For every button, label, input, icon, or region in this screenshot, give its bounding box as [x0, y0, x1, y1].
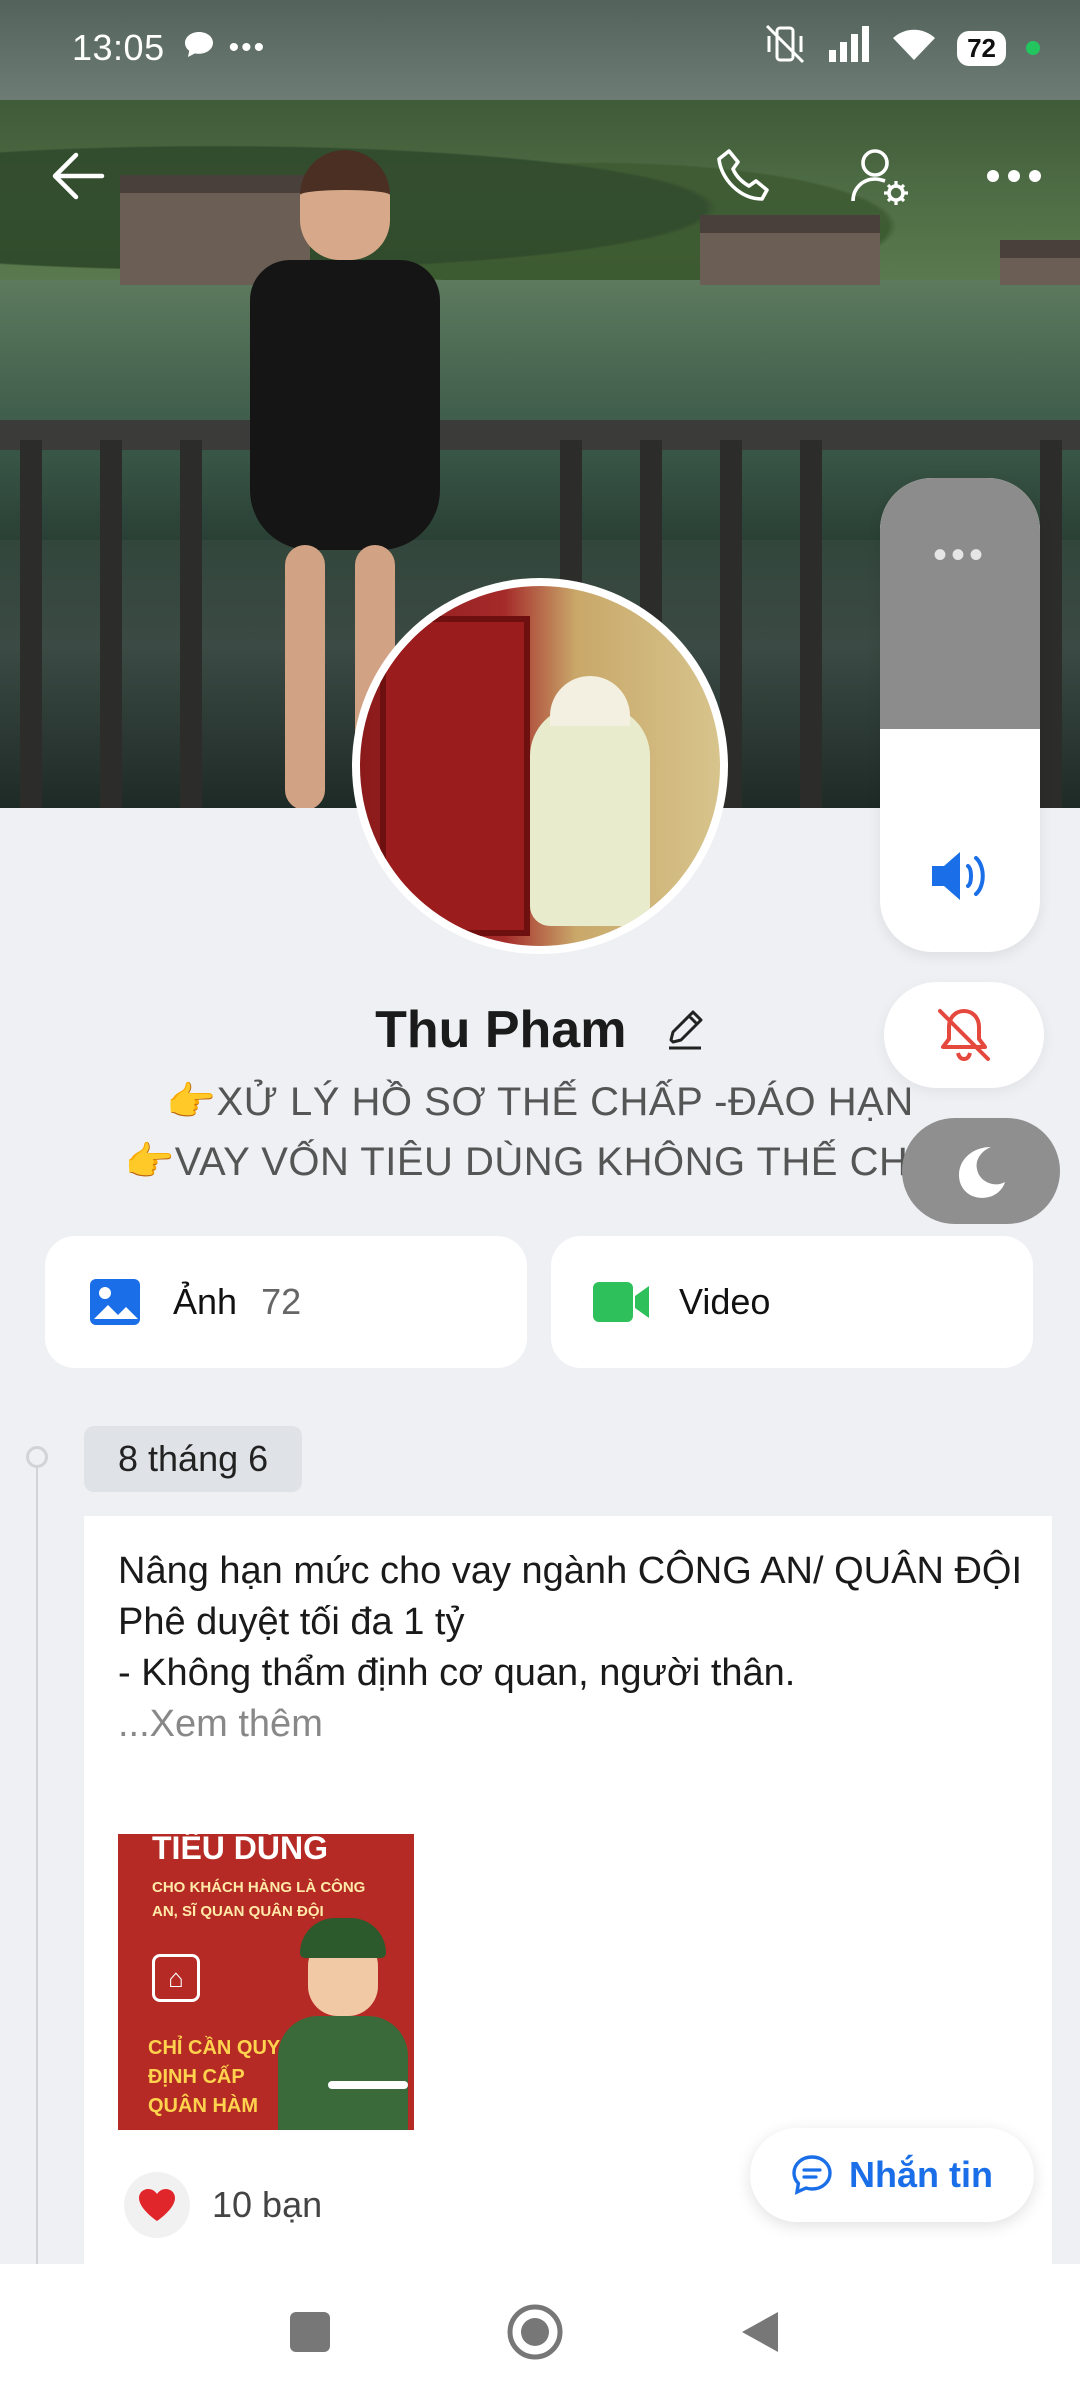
system-nav-bar: [0, 2264, 1080, 2400]
status-time: 13:05: [72, 27, 165, 68]
profile-settings-button[interactable]: [840, 136, 920, 216]
home-button[interactable]: [505, 2302, 565, 2362]
videos-card[interactable]: Video: [551, 1236, 1033, 1368]
timeline-line: [36, 1456, 38, 2276]
square-icon: [290, 2312, 330, 2352]
chat-bubble-icon: [183, 27, 215, 69]
message-button-label: Nhắn tin: [849, 2154, 993, 2195]
battery-indicator: 72: [957, 30, 1006, 66]
do-not-disturb-button[interactable]: [902, 1118, 1060, 1224]
timeline-dot: [26, 1446, 48, 1468]
home-icon: ⌂: [152, 1954, 200, 2002]
see-more-link[interactable]: ...Xem thêm: [118, 1699, 1038, 1750]
pencil-icon: [668, 1010, 703, 1050]
video-camera-icon: [591, 1274, 651, 1330]
edit-name-button[interactable]: [665, 1003, 705, 1063]
moon-icon: [959, 1147, 1005, 1198]
volume-slider[interactable]: •••: [880, 478, 1040, 952]
speaker-icon: [928, 848, 992, 909]
more-dots-icon: •••: [228, 31, 267, 64]
bell-off-icon: [938, 1009, 990, 1062]
cover-railing: [0, 420, 1080, 450]
wifi-icon: [891, 26, 937, 71]
post-line: Nâng hạn mức cho vay ngành CÔNG AN/ QUÂN…: [118, 1550, 1023, 1592]
more-horizontal-icon: [987, 170, 1041, 182]
phone-icon: [717, 149, 769, 201]
back-button[interactable]: [38, 136, 118, 216]
cover-post: [800, 440, 822, 808]
back-nav-button[interactable]: [730, 2302, 790, 2362]
message-button[interactable]: Nhắn tin: [750, 2128, 1034, 2222]
cover-post: [180, 440, 202, 808]
cover-hut: [1000, 240, 1080, 285]
post-image[interactable]: TIÊU DÙNG CHO KHÁCH HÀNG LÀ CÔNG AN, SĨ …: [118, 1834, 414, 2130]
profile-avatar[interactable]: [352, 578, 728, 954]
post-line: - Không thẩm định cơ quan, người thân.: [118, 1652, 796, 1694]
profile-bio-line: 👉XỬ LÝ HỒ SƠ THẾ CHẤP -ĐÁO HẠN: [166, 1080, 914, 1124]
privacy-dot: [1026, 41, 1040, 55]
cover-post: [100, 440, 122, 808]
post-text: Nâng hạn mức cho vay ngành CÔNG AN/ QUÂN…: [118, 1546, 1038, 1750]
post-reactions[interactable]: 10 bạn: [124, 2172, 322, 2238]
status-bar: 13:05 ••• 72: [0, 0, 1080, 96]
profile-name: Thu Pham: [375, 1001, 627, 1059]
cover-post: [20, 440, 42, 808]
call-button[interactable]: [704, 136, 784, 216]
signal-icon: [827, 25, 871, 71]
image-mark: [328, 2081, 408, 2089]
volume-more-icon[interactable]: •••: [880, 533, 1040, 578]
post-line: Phê duyệt tối đa 1 tỷ: [118, 1601, 465, 1643]
photos-label: Ảnh: [173, 1281, 238, 1322]
volume-slider-track: [880, 478, 1040, 729]
triangle-back-icon: [742, 2312, 778, 2352]
profile-topbar: [0, 132, 1080, 222]
image-icon: [85, 1274, 145, 1330]
back-arrow-icon: [52, 152, 105, 200]
reaction-count: 10 bạn: [212, 2184, 323, 2225]
videos-label: Video: [679, 1281, 771, 1322]
more-options-button[interactable]: [974, 136, 1054, 216]
recent-apps-button[interactable]: [280, 2302, 340, 2362]
cover-post: [1040, 440, 1062, 808]
post-image-title: TIÊU DÙNG: [152, 1834, 328, 1866]
vibrate-off-icon: [763, 24, 807, 73]
user-gear-icon: [851, 149, 908, 205]
photos-count: 72: [261, 1281, 302, 1322]
mute-toggle-button[interactable]: [884, 982, 1044, 1088]
photos-card[interactable]: Ảnh 72: [45, 1236, 527, 1368]
heart-icon: [124, 2172, 190, 2238]
cover-hut: [700, 215, 880, 285]
soldier-illustration: [278, 1906, 408, 2130]
message-bubble-icon: [792, 2155, 832, 2195]
timeline-date: 8 tháng 6: [84, 1426, 303, 1492]
circle-home-icon: [507, 2304, 563, 2360]
